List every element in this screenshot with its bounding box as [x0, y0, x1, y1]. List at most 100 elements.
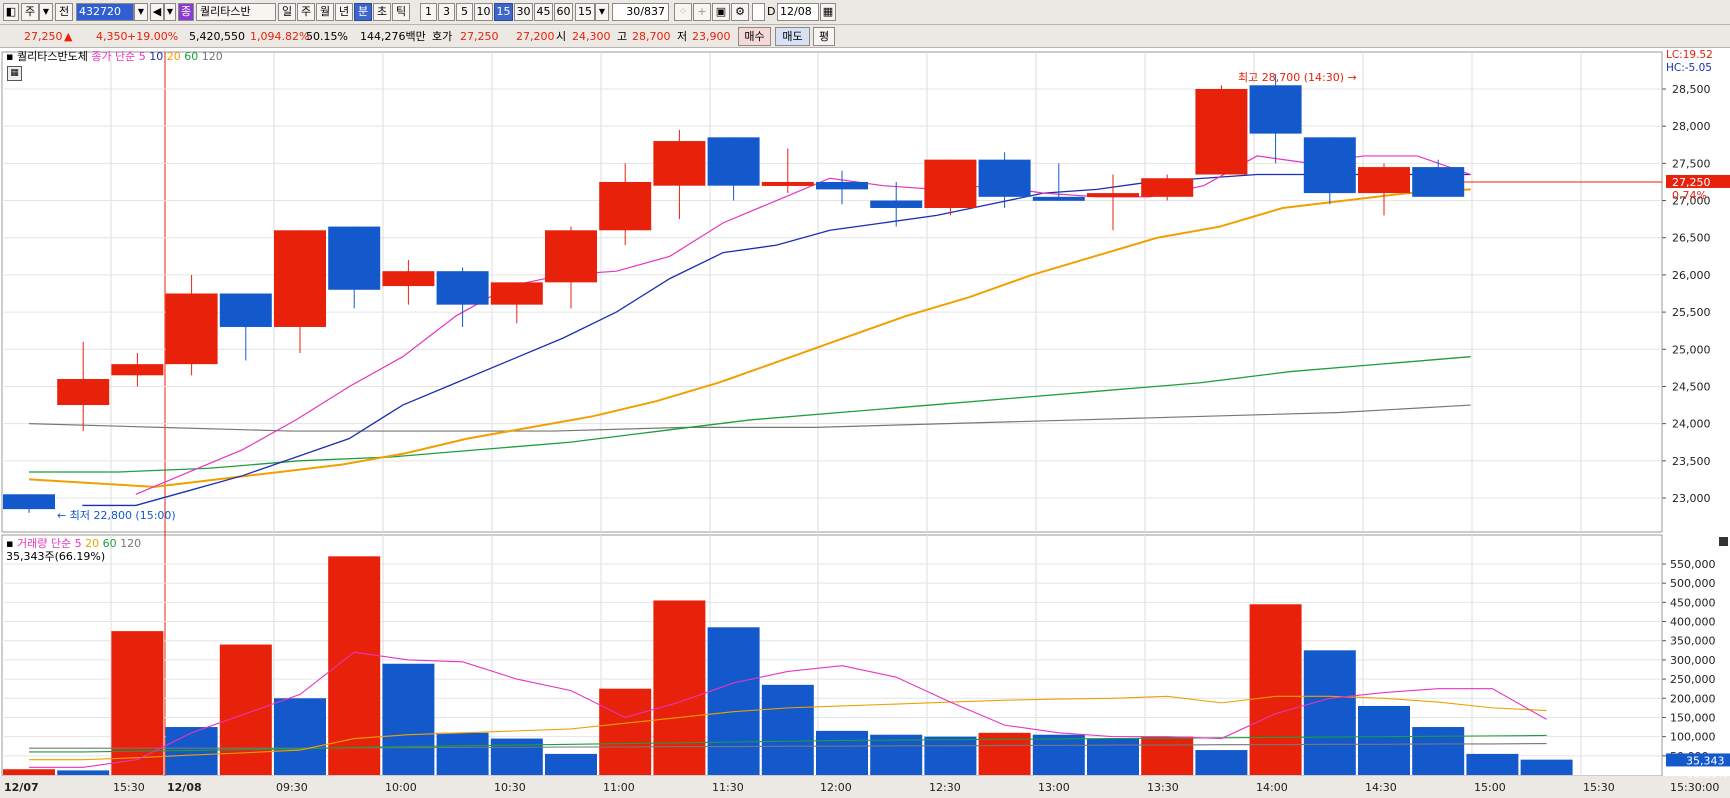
volume-bar: [1032, 734, 1085, 775]
candle-body: [328, 226, 381, 290]
volume-bar: [924, 736, 977, 775]
date-input[interactable]: 12/08: [777, 3, 819, 21]
interval-tab-30[interactable]: 30: [514, 3, 533, 21]
candle-body: [870, 200, 923, 208]
history-icon[interactable]: ◀: [150, 3, 164, 21]
x-tick-label: 10:30: [494, 781, 526, 794]
price-tick-label: 25,000: [1672, 343, 1711, 356]
stock-name: 퀄리타스반: [196, 3, 276, 21]
save-icon[interactable]: ▣: [712, 3, 730, 21]
stock-type-icon: 종: [178, 3, 194, 21]
volume-bar: [1141, 736, 1194, 775]
grid-toggle-icon[interactable]: ▦: [7, 66, 22, 81]
chevron-down-icon[interactable]: ▼: [39, 3, 53, 21]
interval-tab-5[interactable]: 5: [456, 3, 473, 21]
volume-tick-label: 450,000: [1670, 596, 1716, 609]
x-tick-label: 09:30: [276, 781, 308, 794]
axes: [1662, 88, 1666, 757]
price-tick-label: 28,500: [1672, 83, 1711, 96]
interval-select[interactable]: 15: [575, 3, 595, 21]
candle-body: [219, 293, 272, 327]
date-check-label: D: [767, 5, 776, 18]
price-tick-label: 23,500: [1672, 455, 1711, 468]
prev-button[interactable]: 전: [55, 3, 73, 21]
candle-body: [382, 271, 435, 287]
x-tick-label: 11:30: [712, 781, 744, 794]
interval-tab-10[interactable]: 10: [474, 3, 493, 21]
chevron-down-icon[interactable]: ▼: [134, 3, 148, 21]
settings-gear-icon[interactable]: ⚙: [731, 3, 749, 21]
volume-bar: [57, 770, 110, 775]
count-input[interactable]: 30/837: [612, 3, 669, 21]
candle-body: [978, 159, 1031, 197]
period-tab-1[interactable]: 주: [297, 3, 315, 21]
volume-bar: [1412, 727, 1465, 775]
candle-body: [816, 181, 868, 190]
chevron-down-icon[interactable]: ▼: [164, 3, 176, 21]
volume-bar: [599, 688, 652, 775]
add-icon[interactable]: +: [693, 3, 711, 21]
calendar-icon[interactable]: ▦: [820, 3, 836, 21]
legend-marker-icon: ▪: [6, 50, 14, 63]
current-volume-label: 35,343: [1686, 754, 1725, 767]
interval-tab-1[interactable]: 1: [420, 3, 437, 21]
price-tick-label: 24,500: [1672, 380, 1711, 393]
price-change: 4,350: [96, 30, 128, 43]
candle-body: [1032, 196, 1085, 201]
evaluate-button[interactable]: 평: [813, 27, 835, 46]
legend-ma20: 20: [166, 50, 181, 63]
volume-bar: [490, 738, 543, 775]
volume-tick-label: 350,000: [1670, 635, 1716, 648]
interval-tab-15[interactable]: 15: [494, 3, 513, 21]
market-select[interactable]: 주: [21, 3, 39, 21]
interval-tab-60[interactable]: 60: [554, 3, 573, 21]
current-price: 27,250: [24, 30, 63, 43]
candle-body: [653, 141, 706, 186]
period-tab-3[interactable]: 년: [335, 3, 353, 21]
candle-body: [274, 230, 326, 327]
crosshair-icon[interactable]: ⁘: [674, 3, 692, 21]
x-tick-label: 15:30:00: [1670, 781, 1719, 794]
period-tab-2[interactable]: 월: [316, 3, 334, 21]
chart-area[interactable]: 23,000 23,500 24,000 24,500 25,000 25,500 26,0…: [0, 48, 1730, 798]
volume-bar: [1195, 750, 1248, 775]
x-tick-label: 14:30: [1365, 781, 1397, 794]
open-label: 시: [556, 30, 567, 43]
stock-code-input[interactable]: 432720: [76, 3, 134, 21]
x-tick-label: 13:00: [1038, 781, 1070, 794]
period-tab-4[interactable]: 분: [354, 3, 372, 21]
volume-bar: [1087, 738, 1139, 775]
layout-icon[interactable]: ◧: [3, 3, 19, 21]
interval-tab-45[interactable]: 45: [534, 3, 553, 21]
interval-tab-3[interactable]: 3: [438, 3, 455, 21]
candle-body: [545, 230, 597, 283]
quote-bar: 27,250 ▲ 4,350 +19.00% 5,420,550 1,094.8…: [0, 25, 1730, 48]
candle-body: [111, 364, 164, 376]
candle-body: [761, 181, 814, 186]
date-checkbox[interactable]: [752, 3, 765, 21]
x-tick-label: 10:00: [385, 781, 417, 794]
legend-vma60: 60: [102, 537, 117, 550]
minimize-icon[interactable]: [1719, 537, 1728, 546]
volume-legend: ▪ 거래량 단순 5 20 60 120: [6, 537, 141, 550]
buy-button[interactable]: 매수: [738, 27, 771, 46]
volume: 5,420,550: [189, 30, 245, 43]
candle-body: [165, 293, 218, 365]
ask-price: 27,250: [460, 30, 499, 43]
legend-price-ma-label: 종가 단순: [91, 50, 136, 63]
current-volume-sub: 66.19%: [1686, 767, 1728, 780]
sell-button[interactable]: 매도: [775, 27, 810, 46]
period-tab-6[interactable]: 틱: [392, 3, 410, 21]
price-change-pct: +19.00%: [127, 30, 179, 43]
price-tick-label: 28,000: [1672, 120, 1711, 133]
high-label: 고: [617, 30, 628, 43]
chevron-down-icon[interactable]: ▼: [595, 3, 609, 21]
period-tab-5[interactable]: 초: [373, 3, 391, 21]
volume-bar: [1520, 759, 1573, 775]
legend-marker-icon: ▪: [6, 537, 14, 550]
volume-readout: 35,343주(66.19%): [6, 550, 106, 563]
price-tick-label: 25,500: [1672, 306, 1711, 319]
low-label: 저: [677, 30, 688, 43]
period-tab-0[interactable]: 일: [278, 3, 296, 21]
volume-bar: [545, 753, 597, 775]
